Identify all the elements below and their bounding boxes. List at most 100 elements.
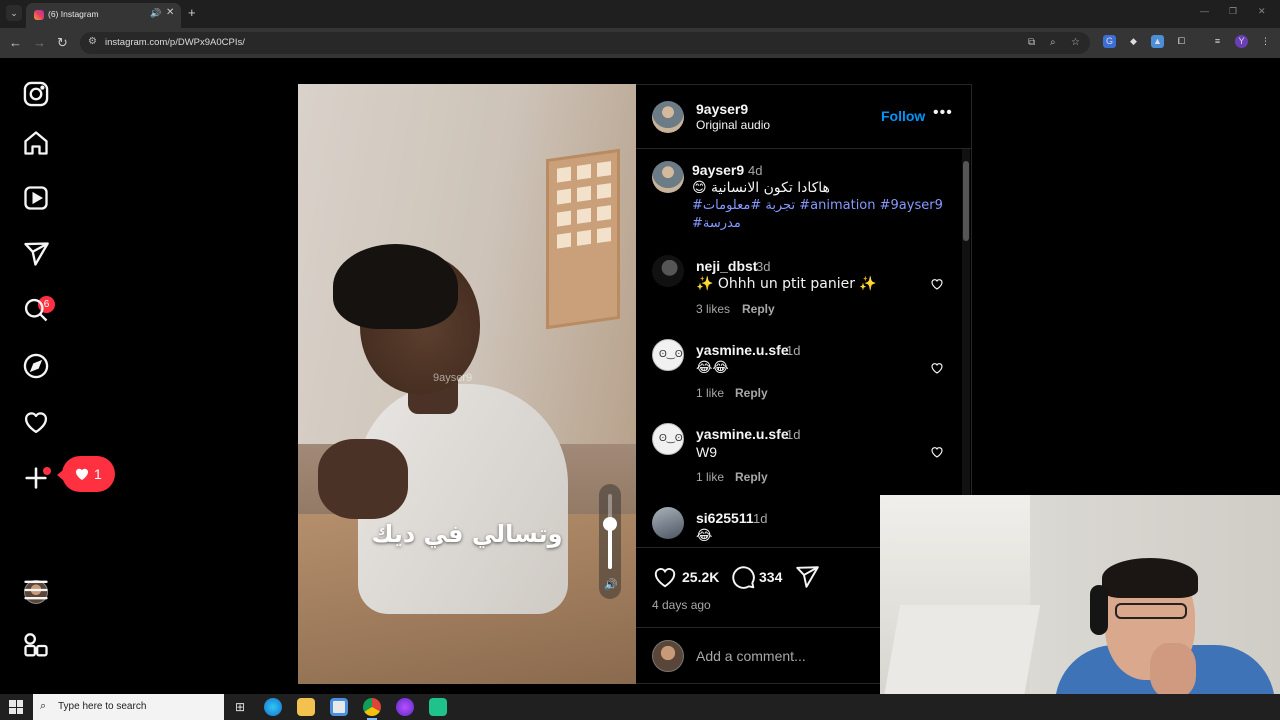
- minimize-icon[interactable]: —: [1200, 6, 1209, 16]
- tab-search-button[interactable]: ⌄: [6, 5, 22, 21]
- new-tab-button[interactable]: +: [188, 5, 196, 20]
- post-date[interactable]: 4 days ago: [652, 598, 711, 612]
- comment-count[interactable]: 334: [759, 569, 782, 585]
- comment-icon[interactable]: [730, 564, 756, 590]
- browser-tab[interactable]: (6) Instagram 🔊 ✕: [26, 3, 181, 28]
- add-comment-input[interactable]: Add a comment...: [696, 648, 806, 664]
- comment-likes[interactable]: 3 likes: [696, 302, 730, 316]
- volume-slider[interactable]: 🔊: [599, 484, 621, 599]
- post-video[interactable]: 9ayser9 وتسالي في ديك 🔊: [298, 84, 636, 684]
- follow-button[interactable]: Follow: [881, 108, 925, 124]
- volume-knob[interactable]: [603, 517, 617, 531]
- comment-like-icon[interactable]: [930, 277, 944, 291]
- edge-browser-icon[interactable]: [264, 698, 282, 716]
- comment-reply-button[interactable]: Reply: [735, 470, 768, 484]
- site-info-icon[interactable]: ⚙: [88, 36, 97, 47]
- chrome-icon[interactable]: [363, 698, 381, 716]
- reload-icon[interactable]: ↻: [57, 35, 68, 51]
- current-user-avatar: [652, 640, 684, 672]
- back-icon[interactable]: ←: [9, 35, 22, 50]
- extensions-puzzle-icon[interactable]: ⧠: [1175, 35, 1188, 48]
- caption-hashtags[interactable]: #تجربة #معلومات #animation #9ayser9: [692, 198, 943, 213]
- taskbar-search-box[interactable]: ⌕ Type here to search: [33, 694, 224, 720]
- also-from-meta-icon[interactable]: [22, 632, 50, 660]
- comment-username[interactable]: si625511: [696, 510, 754, 526]
- like-count[interactable]: 25.2K: [682, 569, 719, 585]
- comment-avatar[interactable]: ʘ‿ʘ: [652, 339, 684, 371]
- video-character-hair: [333, 244, 458, 329]
- comment-time[interactable]: 1d: [786, 343, 800, 358]
- caption-author-avatar[interactable]: [652, 161, 684, 193]
- comment-username[interactable]: yasmine.u.sfe: [696, 342, 789, 358]
- explore-compass-icon[interactable]: [22, 352, 50, 380]
- author-username[interactable]: 9ayser9: [696, 101, 748, 117]
- notification-count: 1: [94, 466, 102, 482]
- extension-diamond-icon[interactable]: ◆: [1127, 35, 1140, 48]
- comment-like-icon[interactable]: [930, 361, 944, 375]
- like-icon[interactable]: [652, 564, 678, 590]
- tab-close-icon[interactable]: ✕: [166, 7, 174, 18]
- instagram-favicon-icon: [34, 10, 44, 20]
- webcam-person-hair: [1102, 558, 1198, 598]
- notifications-popup[interactable]: 1: [57, 456, 115, 492]
- windows-start-icon[interactable]: [9, 700, 23, 714]
- audio-label[interactable]: Original audio: [696, 118, 770, 132]
- bookmark-star-icon[interactable]: ☆: [1071, 37, 1080, 48]
- messages-icon[interactable]: [22, 240, 50, 268]
- comment-time[interactable]: 3d: [756, 259, 770, 274]
- task-view-icon[interactable]: ⊞: [231, 698, 249, 716]
- caption-username[interactable]: 9ayser9: [692, 162, 744, 178]
- comment-like-icon[interactable]: [930, 445, 944, 459]
- reading-list-icon[interactable]: ≡: [1211, 35, 1224, 48]
- comment-time[interactable]: 1d: [753, 511, 767, 526]
- search-icon[interactable]: [22, 296, 50, 324]
- comment-username[interactable]: neji_dbst: [696, 258, 757, 274]
- browser-menu-icon[interactable]: ⋮: [1259, 35, 1272, 48]
- home-icon[interactable]: [22, 129, 50, 157]
- instagram-logo-icon[interactable]: [22, 80, 50, 108]
- like-heart-icon: [74, 466, 90, 482]
- profile-avatar-icon[interactable]: Y: [1235, 35, 1248, 48]
- caption-time[interactable]: 4d: [748, 163, 762, 178]
- post-header: 9ayser9 Original audio Follow •••: [636, 85, 971, 149]
- url-text[interactable]: instagram.com/p/DWPx9A0CPIs/: [105, 37, 245, 48]
- capcut-app-icon[interactable]: [429, 698, 447, 716]
- comment-avatar[interactable]: [652, 507, 684, 539]
- more-menu-icon[interactable]: [22, 576, 50, 604]
- comment-avatar[interactable]: [652, 255, 684, 287]
- translate-extension-icon[interactable]: G: [1103, 35, 1116, 48]
- search-icon: ⌕: [40, 700, 47, 712]
- more-options-icon[interactable]: •••: [933, 104, 953, 122]
- comments-scrollbar[interactable]: [962, 149, 970, 547]
- avatar-face-icon: ʘ‿ʘ: [659, 349, 683, 360]
- zoom-icon[interactable]: ⌕: [1050, 37, 1056, 48]
- comment-username[interactable]: yasmine.u.sfe: [696, 426, 789, 442]
- author-avatar[interactable]: [652, 101, 684, 133]
- reels-icon[interactable]: [22, 184, 50, 212]
- notifications-heart-icon[interactable]: [22, 408, 50, 436]
- comment-reply-button[interactable]: Reply: [735, 386, 768, 400]
- microsoft-store-icon[interactable]: [330, 698, 348, 716]
- scrollbar-thumb[interactable]: [963, 161, 969, 241]
- forward-icon[interactable]: →: [33, 35, 46, 50]
- tab-audio-icon[interactable]: 🔊: [150, 8, 161, 19]
- extension-photo-icon[interactable]: ▲: [1151, 35, 1164, 48]
- address-bar[interactable]: ⚙ instagram.com/p/DWPx9A0CPIs/ ⧉ ⌕ ☆: [80, 32, 1090, 54]
- webcam-overlay: [880, 495, 1280, 720]
- comment-time[interactable]: 1d: [786, 427, 800, 442]
- create-plus-icon[interactable]: [22, 464, 50, 492]
- window-close-icon[interactable]: ✕: [1258, 6, 1266, 17]
- file-explorer-icon[interactable]: [297, 698, 315, 716]
- obs-app-icon[interactable]: [396, 698, 414, 716]
- comment-likes[interactable]: 1 like: [696, 386, 724, 400]
- restore-icon[interactable]: ❐: [1229, 6, 1237, 17]
- comment-reply-button[interactable]: Reply: [742, 302, 775, 316]
- volume-track[interactable]: [608, 494, 612, 569]
- install-app-icon[interactable]: ⧉: [1028, 37, 1035, 48]
- share-icon[interactable]: [794, 564, 820, 590]
- taskbar-search-placeholder: Type here to search: [58, 701, 147, 712]
- volume-icon[interactable]: 🔊: [604, 578, 618, 591]
- caption-hashtags-2[interactable]: #مدرسة: [692, 216, 741, 231]
- comment-likes[interactable]: 1 like: [696, 470, 724, 484]
- comment-avatar[interactable]: ʘ‿ʘ: [652, 423, 684, 455]
